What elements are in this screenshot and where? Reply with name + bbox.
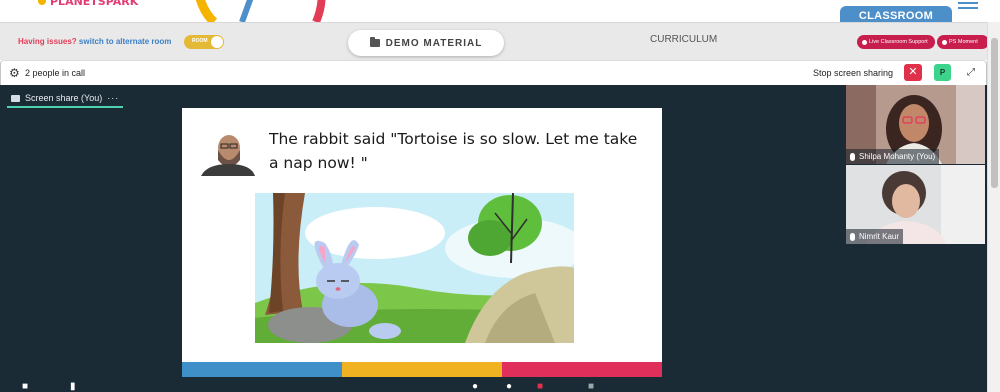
user-icon[interactable]: ●: [506, 381, 512, 392]
issue-text: Having issues?: [18, 37, 77, 46]
stop-share-icon[interactable]: ■: [537, 381, 543, 392]
camera-icon[interactable]: ■: [22, 381, 28, 392]
slide-text: The rabbit said "Tortoise is so slow. Le…: [269, 130, 638, 172]
support-label: Live Classroom Support: [869, 39, 928, 45]
support-icon: [862, 39, 867, 45]
issue-message: Having issues? switch to alternate room: [18, 37, 171, 46]
expand-icon[interactable]: ⤢: [963, 65, 979, 80]
participant-name-bar: Shilpa Mohanty (You): [846, 149, 940, 164]
stripe-pink: [502, 362, 662, 377]
p-button[interactable]: P: [934, 64, 951, 81]
demo-material-label: DEMO MATERIAL: [385, 37, 483, 49]
screen-share-tab[interactable]: Screen share (You) ···: [7, 90, 124, 108]
classroom-tab[interactable]: CLASSROOM: [840, 6, 952, 22]
screen-share-label: Screen share (You): [25, 93, 103, 103]
participant-name: Nimrit Kaur: [859, 232, 900, 241]
stop-sharing-label: Stop screen sharing: [813, 68, 894, 78]
call-header: ⚙ 2 people in call Stop screen sharing ✕…: [0, 60, 987, 85]
stripe-blue: [182, 362, 342, 377]
menu-icon[interactable]: [958, 2, 978, 12]
rabbit-illustration: [255, 193, 574, 343]
participant-tile[interactable]: Nimrit Kaur: [846, 165, 985, 244]
whiteboard-icon[interactable]: ■: [588, 381, 594, 392]
toggle-label: ROOM: [192, 38, 208, 44]
gear-icon[interactable]: ⚙: [9, 67, 20, 79]
page-scrollbar[interactable]: [987, 22, 1000, 392]
moment-icon: [942, 39, 947, 45]
participants-icon[interactable]: ●: [472, 381, 478, 392]
demo-material-button[interactable]: DEMO MATERIAL: [348, 30, 504, 56]
logo-mark: [38, 0, 46, 5]
toggle-knob: [211, 36, 223, 48]
ps-moment-button[interactable]: PS Moment: [937, 35, 989, 49]
folder-icon: [369, 37, 380, 47]
teacher-thumbnail: [199, 130, 257, 176]
toolbar: Having issues? switch to alternate room …: [0, 22, 1000, 60]
scroll-thumb[interactable]: [991, 38, 998, 188]
screen-icon: [11, 94, 20, 102]
curriculum-tab[interactable]: CURRICULUM: [650, 34, 717, 45]
participant-name-bar: Nimrit Kaur: [846, 229, 904, 244]
participant-tile[interactable]: Shilpa Mohanty (You): [846, 85, 985, 164]
shared-slide: The rabbit said "Tortoise is so slow. Le…: [182, 108, 662, 377]
mic-icon: [850, 152, 855, 161]
video-stage: Screen share (You) ··· The rabbit said "…: [0, 85, 987, 392]
classroom-support-button[interactable]: Live Classroom Support: [857, 35, 935, 49]
logo: PLANETSPARK: [50, 0, 139, 8]
alternate-room-link[interactable]: switch to alternate room: [79, 37, 171, 46]
decorative-arc: [195, 0, 326, 22]
brand-header: PLANETSPARK CLASSROOM: [0, 0, 1000, 22]
room-toggle[interactable]: ROOM: [184, 35, 224, 49]
close-icon[interactable]: ✕: [904, 64, 922, 81]
people-count: 2 people in call: [25, 68, 86, 78]
more-icon[interactable]: ···: [107, 93, 119, 103]
moment-label: PS Moment: [949, 39, 978, 45]
participant-name: Shilpa Mohanty (You): [859, 152, 936, 161]
mic-icon: [850, 232, 855, 241]
stripe-yellow: [342, 362, 502, 377]
microphone-icon[interactable]: ▮: [70, 381, 76, 392]
